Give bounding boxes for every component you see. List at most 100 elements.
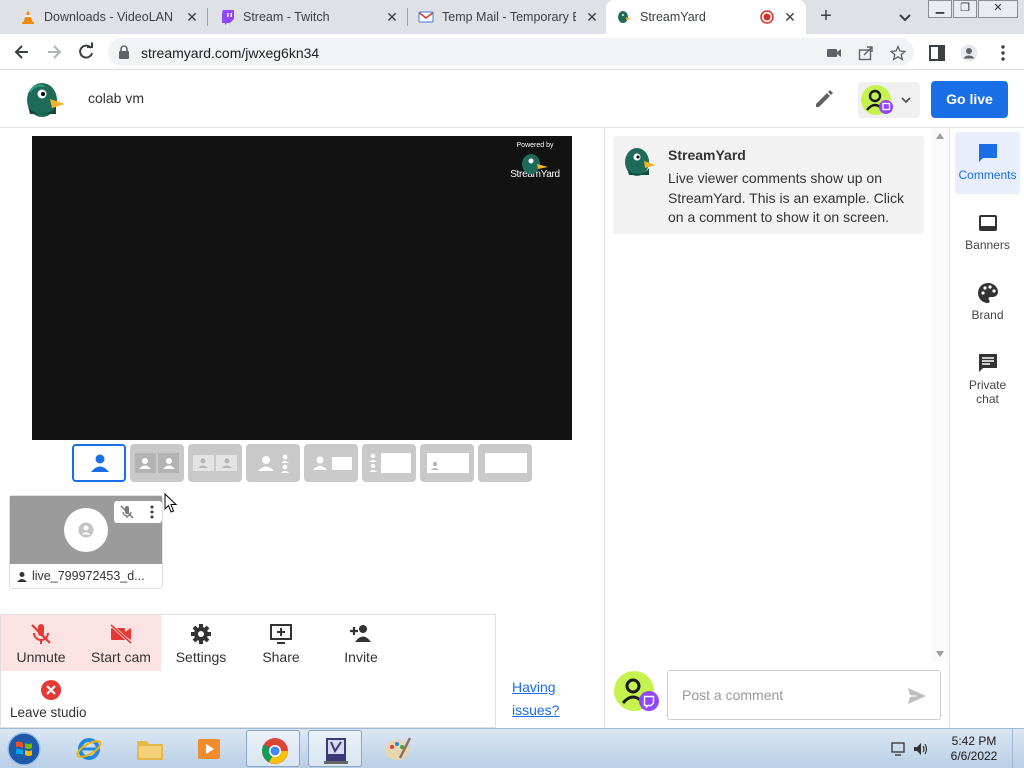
rail-brand[interactable]: Brand — [955, 272, 1020, 334]
two-people-icon — [135, 453, 179, 473]
participant-tile[interactable]: live_799972453_d... — [9, 495, 163, 589]
layout-thin-button[interactable] — [246, 444, 300, 482]
taskbar-file-explorer[interactable] — [122, 730, 176, 767]
comment-author: StreamYard — [668, 147, 746, 163]
video-off-icon — [109, 623, 133, 645]
rail-banners-label: Banners — [965, 238, 1010, 252]
address-bar[interactable]: streamyard.com/jwxeg6kn34 — [108, 38, 914, 66]
camera-icon[interactable] — [826, 45, 842, 61]
share-icon[interactable] — [858, 45, 874, 61]
reload-icon[interactable] — [76, 42, 96, 62]
bookmark-star-icon[interactable] — [890, 45, 906, 61]
tab-videolan[interactable]: Downloads - VideoLAN ✕ — [0, 0, 206, 34]
scroll-up-arrow[interactable] — [936, 133, 944, 139]
taskbar-internet-explorer[interactable] — [62, 730, 116, 767]
person-icon — [17, 572, 27, 582]
layout-screen-left-button[interactable] — [362, 444, 416, 482]
unmute-label: Unmute — [16, 649, 66, 665]
participant-video — [10, 496, 162, 564]
clock-time: 5:42 PM — [951, 734, 997, 748]
forward-arrow-icon[interactable] — [44, 42, 64, 62]
tray-icons[interactable] — [890, 739, 930, 759]
right-rail: Comments Banners Brand Private chat — [949, 128, 1024, 728]
back-arrow-icon[interactable] — [12, 42, 32, 62]
studio-header: colab vm Go live — [0, 70, 1024, 128]
virtual-machine-icon — [324, 738, 348, 764]
taskbar-chrome[interactable] — [246, 730, 300, 767]
post-comment-field[interactable]: Post a comment — [667, 670, 941, 720]
internet-explorer-icon — [76, 738, 102, 760]
layout-group-button[interactable] — [130, 444, 184, 482]
unmute-button[interactable]: Unmute — [1, 615, 81, 671]
scroll-down-arrow[interactable] — [936, 651, 944, 657]
taskbar-paint[interactable] — [370, 730, 424, 767]
more-vert-icon[interactable] — [994, 44, 1012, 62]
twitch-icon — [222, 10, 234, 25]
tab-streamyard[interactable]: StreamYard ✕ — [606, 0, 806, 34]
powered-by-text: Powered by — [516, 142, 554, 149]
broadcast-stage[interactable]: Powered by StreamYard — [32, 136, 572, 440]
minimize-button[interactable]: ▁ — [928, 0, 952, 18]
tab-twitch[interactable]: Stream - Twitch ✕ — [208, 0, 406, 34]
tab-title: Temp Mail - Temporary E — [442, 10, 576, 24]
layout-solo-button[interactable] — [72, 444, 126, 482]
clock-date: 6/6/2022 — [950, 749, 998, 763]
windows-start-icon[interactable] — [4, 731, 44, 767]
invite-button[interactable]: Invite — [321, 615, 401, 671]
taskbar-media-player[interactable] — [182, 730, 236, 767]
more-vert-icon[interactable] — [147, 504, 157, 520]
windows-taskbar: 5:42 PM 6/6/2022 — [0, 728, 1024, 768]
streamyard-duck-icon — [522, 154, 548, 174]
layout-fullscreen-button[interactable] — [478, 444, 532, 482]
destination-account-button[interactable] — [858, 82, 920, 118]
tab-temp-mail[interactable]: Temp Mail - Temporary E ✕ — [408, 0, 606, 34]
streamyard-logo[interactable] — [22, 80, 66, 118]
rail-private-chat[interactable]: Private chat — [955, 342, 1020, 412]
chrome-icon — [262, 738, 288, 764]
two-people-icon — [193, 455, 237, 471]
mic-off-icon[interactable] — [119, 504, 135, 520]
participant-name: live_799972453_d... — [32, 569, 145, 583]
studio-name[interactable]: colab vm — [88, 90, 144, 106]
paint-palette-icon — [385, 737, 412, 760]
layout-screen-button[interactable] — [420, 444, 474, 482]
mail-icon — [418, 11, 434, 23]
chevron-down-icon[interactable] — [896, 8, 914, 26]
comments-scrollbar[interactable] — [932, 128, 948, 662]
close-icon[interactable]: ✕ — [584, 9, 600, 25]
share-screen-button[interactable]: Share — [241, 615, 321, 671]
system-clock[interactable]: 5:42 PM 6/6/2022 — [940, 734, 1008, 764]
close-icon[interactable]: ✕ — [782, 9, 798, 25]
rail-private-label-1: Private — [968, 378, 1007, 392]
close-circle-icon — [41, 680, 61, 700]
comment-item[interactable]: StreamYard Live viewer comments show up … — [613, 136, 924, 234]
chat-bubble-icon — [978, 144, 997, 162]
chat-bubble-icon — [978, 354, 997, 372]
settings-button[interactable]: Settings — [161, 615, 241, 671]
person-stack-icon — [258, 454, 289, 473]
close-icon[interactable]: ✕ — [184, 9, 200, 25]
layout-leader-button[interactable] — [188, 444, 242, 482]
rail-comments[interactable]: Comments — [955, 132, 1020, 194]
taskbar-virtualbox[interactable] — [308, 730, 362, 767]
show-desktop-button[interactable] — [1012, 729, 1024, 768]
layout-side-by-side-button[interactable] — [304, 444, 358, 482]
close-icon[interactable]: ✕ — [384, 9, 400, 25]
url-text: streamyard.com/jwxeg6kn34 — [141, 45, 320, 61]
tab-title: Stream - Twitch — [243, 10, 330, 24]
leave-studio-button[interactable]: Leave studio — [1, 673, 101, 727]
person-screen-icon — [427, 453, 469, 473]
rail-banners[interactable]: Banners — [955, 202, 1020, 264]
having-issues-link[interactable]: Having issues? — [512, 676, 592, 722]
go-live-button[interactable]: Go live — [931, 81, 1008, 118]
send-icon[interactable] — [906, 685, 928, 707]
lock-icon[interactable] — [118, 45, 130, 59]
restore-button[interactable]: ❐ — [953, 0, 977, 18]
pencil-icon[interactable] — [812, 87, 836, 111]
side-panel-icon[interactable] — [928, 44, 946, 62]
profile-icon[interactable] — [960, 44, 978, 62]
start-cam-button[interactable]: Start cam — [81, 615, 161, 671]
new-tab-button[interactable]: + — [815, 6, 837, 28]
window-close-button[interactable]: ✕ — [978, 0, 1018, 18]
start-cam-label: Start cam — [91, 649, 151, 665]
